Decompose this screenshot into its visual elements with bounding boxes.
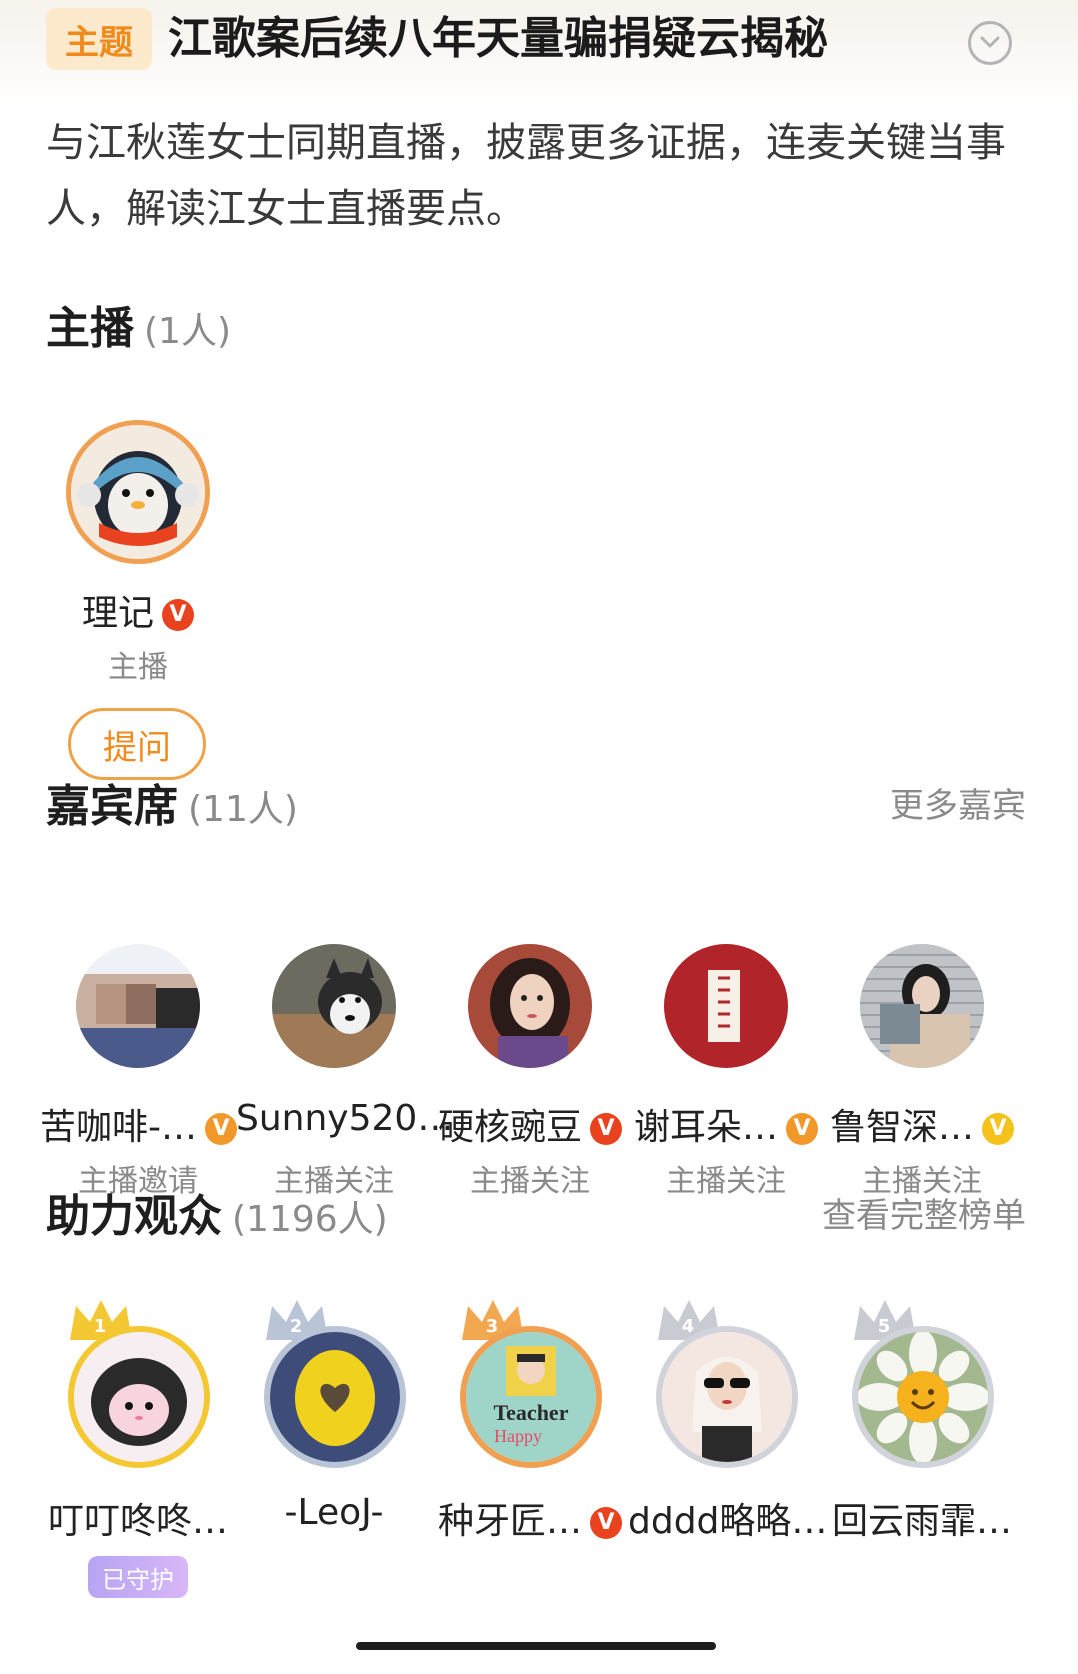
guest-avatar — [664, 944, 788, 1068]
host-role: 主播 — [108, 650, 168, 685]
full-ranking-link[interactable]: 查看完整榜单 — [822, 1188, 1026, 1237]
guest-item[interactable]: 硬核豌豆 V 主播关注 — [432, 944, 628, 1204]
collapse-button[interactable] — [968, 21, 1012, 65]
yellow-heart-image — [270, 1332, 400, 1462]
guest-item[interactable]: 鲁智深… V 主播关注 — [824, 944, 1020, 1204]
guest-name: Sunny520… — [236, 1098, 454, 1139]
verified-badge-icon: V — [162, 599, 195, 631]
verified-badge-icon: V — [205, 1113, 237, 1145]
topic-badge: 主题 — [46, 8, 152, 70]
guest-count: (11人) — [188, 789, 298, 830]
audience-item[interactable]: 2 -LeoJ- — [236, 1300, 432, 1570]
guest-name: 谢耳朵… V — [628, 1098, 824, 1150]
audience-name: dddd略略… — [628, 1501, 828, 1542]
more-guests-link[interactable]: 更多嘉宾 — [890, 778, 1026, 827]
audience-avatar — [264, 1326, 406, 1468]
verified-badge-icon: V — [590, 1113, 622, 1145]
guest-avatar — [76, 944, 200, 1068]
audience-avatar — [656, 1326, 798, 1468]
audience-item[interactable]: 4 dddd略略… — [628, 1300, 828, 1570]
teacher-card-image: Teacher Happy — [466, 1332, 596, 1462]
audience-name: -LeoJ- — [284, 1492, 384, 1533]
red-calligraphy-image — [664, 944, 788, 1068]
blurred-photo-image — [76, 944, 200, 1068]
verified-badge-icon: V — [982, 1113, 1014, 1145]
topic-title: 江歌案后续八年天量骗捐疑云揭秘 — [168, 13, 828, 64]
svg-text:Teacher: Teacher — [494, 1400, 569, 1425]
woman-hugging-image — [860, 944, 984, 1068]
guest-item[interactable]: Sunny520… 主播关注 — [236, 944, 454, 1204]
host-count: (1人) — [144, 311, 231, 352]
sunglasses-lady-image — [662, 1332, 792, 1462]
audience-name: 种牙匠… V — [432, 1492, 628, 1544]
smiley-flower-image — [858, 1332, 988, 1462]
guarded-tag: 已守护 — [88, 1556, 188, 1598]
verified-badge-icon: V — [786, 1113, 818, 1145]
audience-name: 回云雨霏… — [831, 1501, 1012, 1542]
guest-item[interactable]: 谢耳朵… V 主播关注 — [628, 944, 824, 1204]
svg-text:Happy: Happy — [494, 1426, 542, 1446]
host-name-text: 理记 — [82, 593, 155, 634]
portrait-woman-image — [468, 944, 592, 1068]
audience-count: (1196人) — [232, 1199, 388, 1240]
topic-description: 与江秋莲女士同期直播，披露更多证据，连麦关键当事人，解读江女士直播要点。 — [46, 120, 1006, 232]
guest-item[interactable]: 苦咖啡-… V 主播邀请 — [40, 944, 237, 1204]
guest-source: 主播关注 — [666, 1164, 786, 1199]
host-name[interactable]: 理记 V — [82, 584, 195, 636]
guest-avatar — [272, 944, 396, 1068]
husky-dog-image — [272, 944, 396, 1068]
audience-avatar — [68, 1326, 210, 1468]
guest-name: 苦咖啡-… V — [40, 1098, 237, 1150]
guest-name: 硬核豌豆 V — [432, 1098, 628, 1150]
guest-section-label: 嘉宾席 — [46, 781, 178, 832]
audience-item[interactable]: 3 Teacher Happy 种牙匠… V — [432, 1300, 628, 1570]
penguin-avatar-image — [71, 425, 205, 559]
audience-item[interactable]: 5 回云雨霏… — [824, 1300, 1020, 1570]
audience-section-title: 助力观众 (1196人) — [46, 1180, 388, 1244]
host-section-title: 主播 (1人) — [46, 292, 231, 356]
guest-avatar — [468, 944, 592, 1068]
audience-avatar — [852, 1326, 994, 1468]
audience-avatar: Teacher Happy — [460, 1326, 602, 1468]
audience-section-label: 助力观众 — [46, 1191, 222, 1242]
guest-source: 主播关注 — [470, 1164, 590, 1199]
guest-section-title: 嘉宾席 (11人) — [46, 770, 298, 834]
verified-badge-icon: V — [590, 1507, 622, 1539]
guest-name: 鲁智深… V — [824, 1098, 1020, 1150]
cartoon-bunny-image — [74, 1332, 204, 1462]
guest-avatar — [860, 944, 984, 1068]
host-section-label: 主播 — [46, 303, 134, 354]
host-avatar[interactable] — [66, 420, 210, 564]
chevron-down-icon — [980, 36, 1000, 48]
audience-name: 叮叮咚咚… — [47, 1501, 228, 1542]
home-indicator[interactable] — [356, 1642, 716, 1650]
